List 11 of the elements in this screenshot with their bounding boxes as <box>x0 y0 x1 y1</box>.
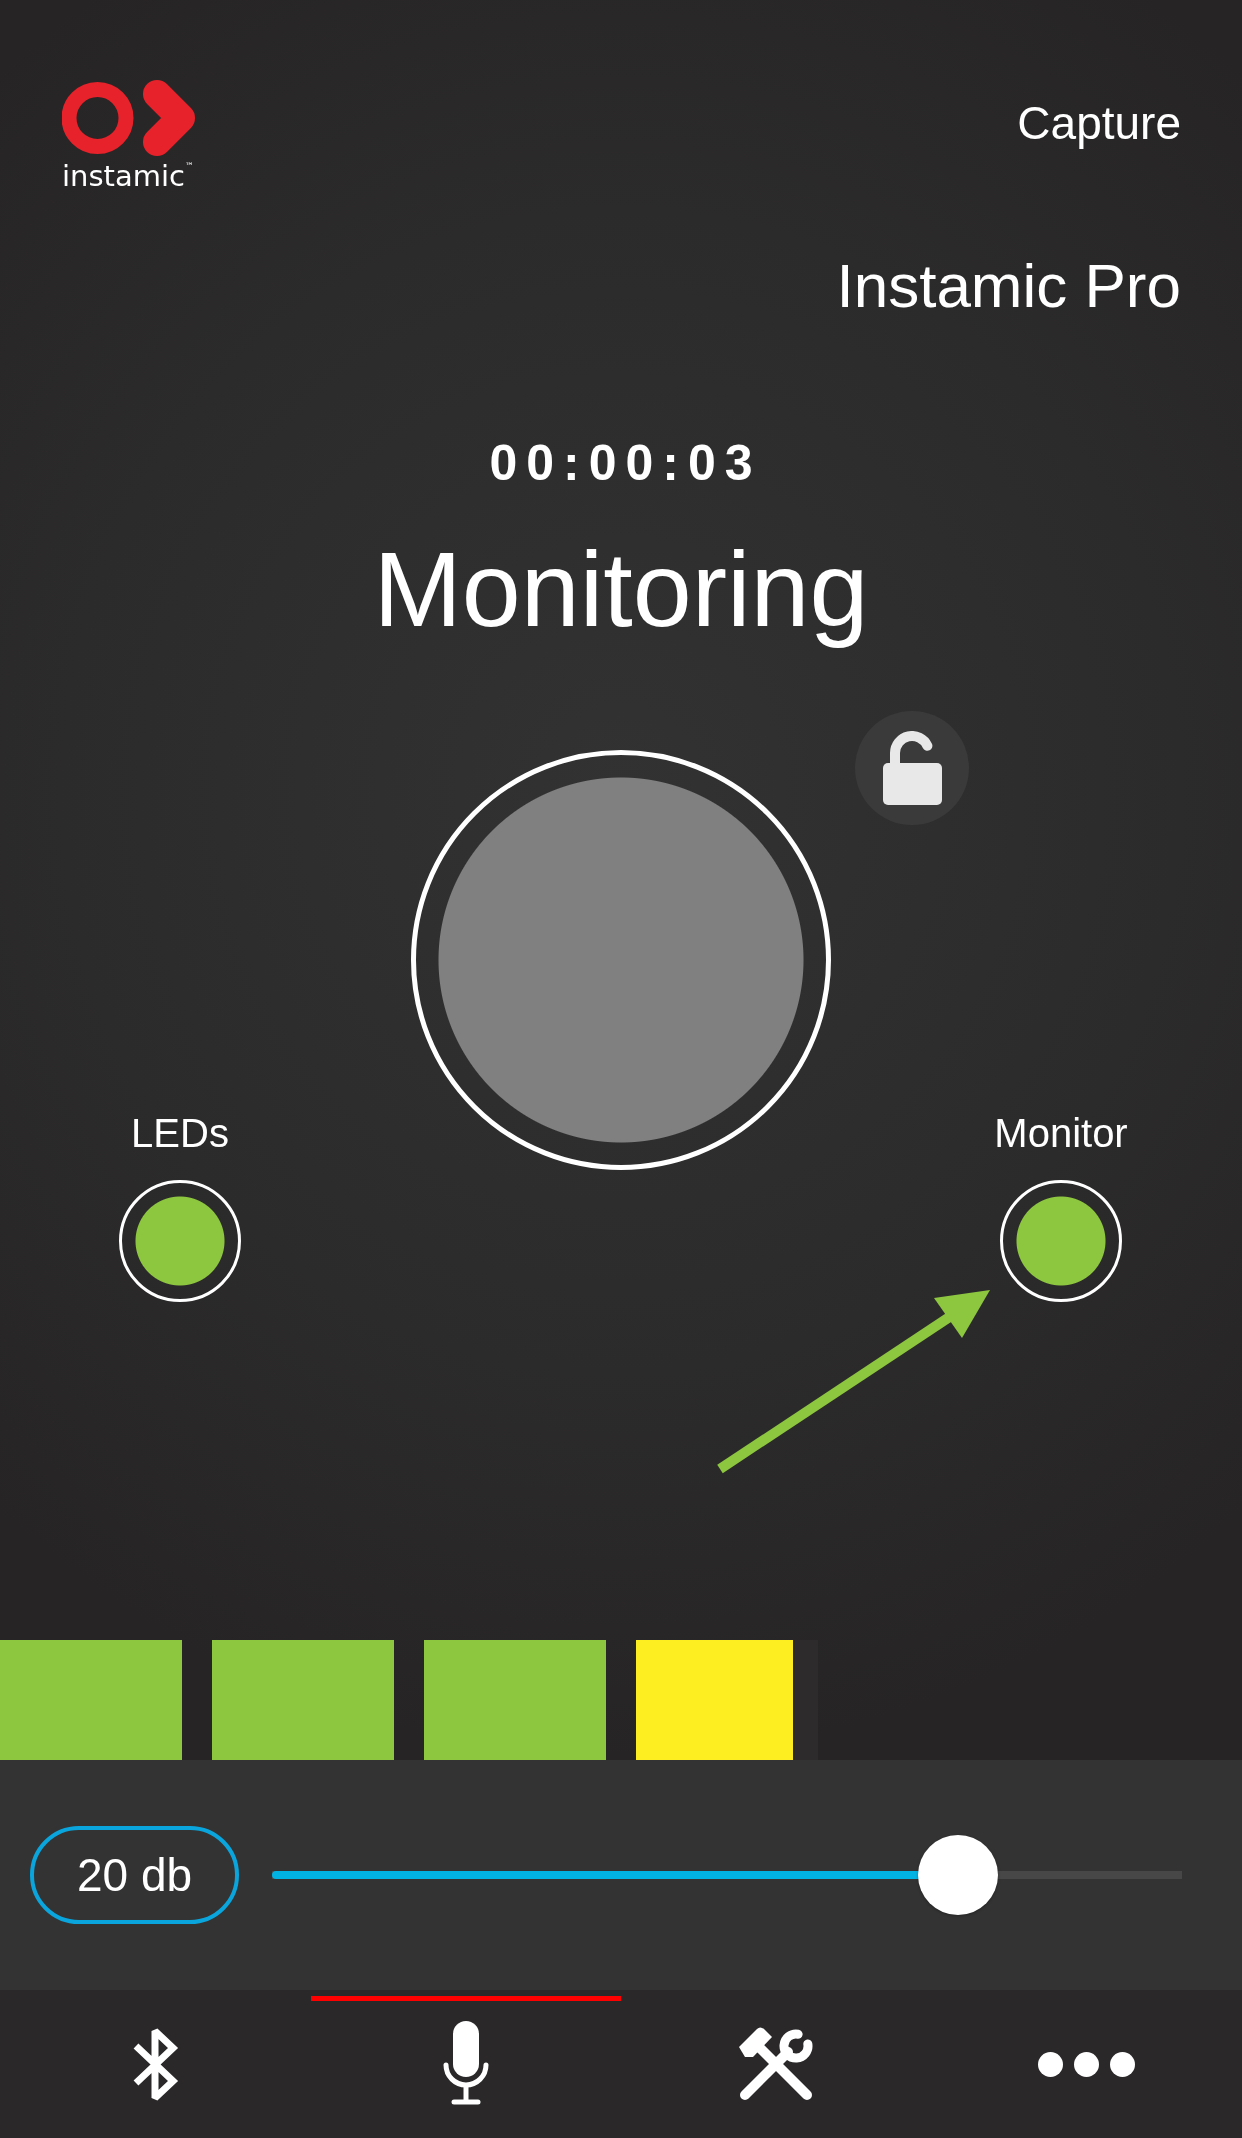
status-heading: Monitoring <box>373 529 869 650</box>
toggle-label: Monitor <box>994 1110 1128 1156</box>
logo-wordmark: instamic$^{™}$ <box>62 162 194 191</box>
device-name: Instamic Pro <box>836 250 1181 321</box>
screen-title: Capture <box>1017 97 1181 150</box>
gain-readout: 20 db <box>30 1826 239 1924</box>
toggle-label: LEDs <box>131 1110 229 1156</box>
logo-icon <box>62 80 195 156</box>
elapsed-timer: 00:00:03 <box>488 434 762 492</box>
more-dots-icon <box>1038 2051 1136 2077</box>
microphone-icon <box>441 2021 490 2107</box>
